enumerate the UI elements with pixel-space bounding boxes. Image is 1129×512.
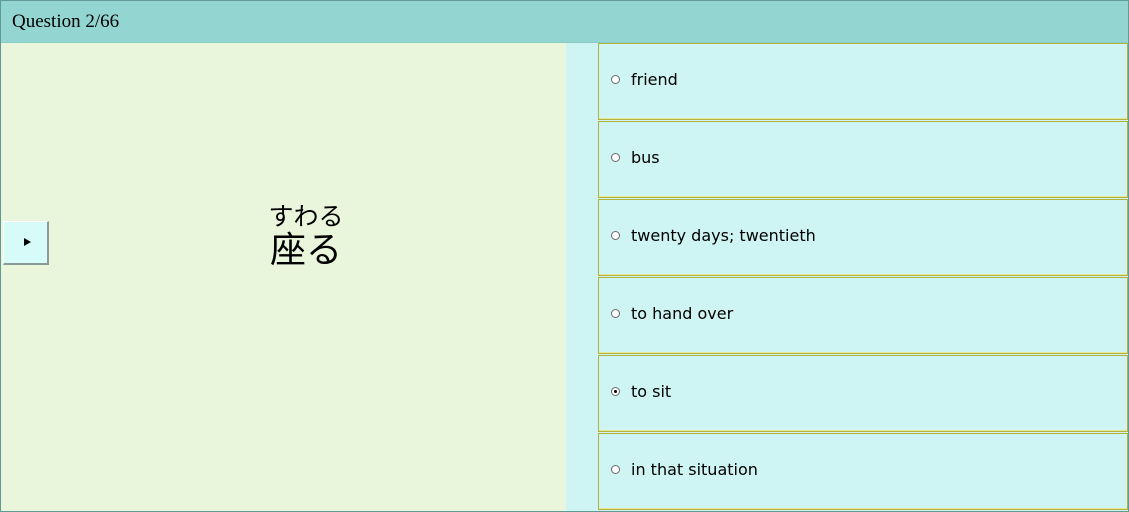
answer-option[interactable]: friend [598, 43, 1128, 120]
answer-label: bus [631, 148, 660, 167]
radio-button[interactable] [611, 309, 620, 318]
answer-option[interactable]: bus [598, 121, 1128, 198]
radio-button[interactable] [611, 75, 620, 84]
play-audio-button[interactable] [3, 221, 49, 265]
answer-label: twenty days; twentieth [631, 226, 816, 245]
question-counter: Question 2/66 [12, 11, 120, 32]
question-word: すわる 座る [231, 203, 381, 271]
quiz-window: Question 2/66 すわる 座る friend bus twenty d… [0, 0, 1129, 512]
answer-option[interactable]: to hand over [598, 277, 1128, 354]
title-bar: Question 2/66 [1, 1, 1128, 43]
answer-label: in that situation [631, 460, 758, 479]
answer-label: friend [631, 70, 678, 89]
radio-button[interactable] [611, 153, 620, 162]
radio-button[interactable] [611, 231, 620, 240]
answer-label: to sit [631, 382, 672, 401]
word-reading: すわる [268, 202, 344, 231]
answer-option[interactable]: in that situation [598, 433, 1128, 510]
play-icon [24, 238, 31, 246]
radio-button[interactable] [611, 387, 620, 396]
word-kanji: 座る [269, 230, 342, 271]
question-panel: すわる 座る [1, 43, 566, 511]
answer-label: to hand over [631, 304, 734, 323]
answer-option[interactable]: twenty days; twentieth [598, 199, 1128, 276]
radio-button[interactable] [611, 465, 620, 474]
answer-option[interactable]: to sit [598, 355, 1128, 432]
